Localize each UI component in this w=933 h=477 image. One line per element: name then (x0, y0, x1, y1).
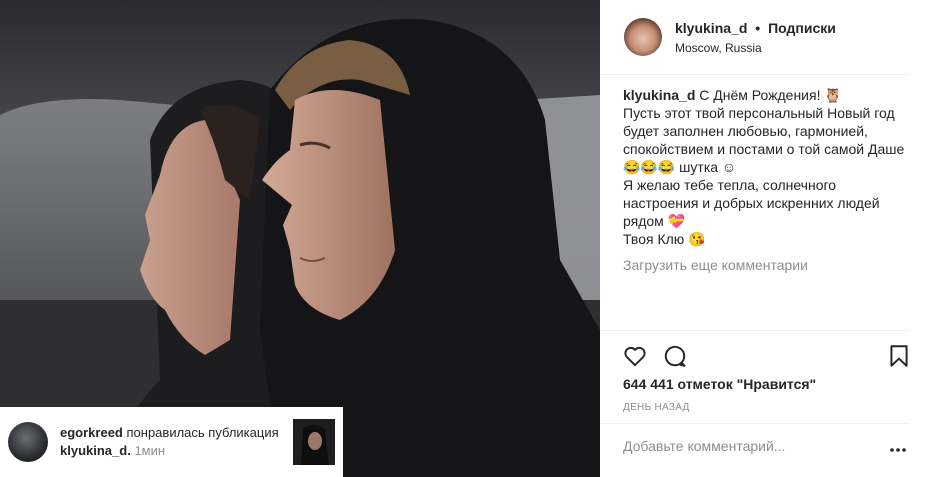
notification-thumbnail[interactable] (293, 419, 335, 465)
comment-input[interactable] (623, 438, 883, 454)
author-avatar[interactable] (624, 18, 662, 56)
follow-button[interactable]: Подписки (768, 20, 836, 36)
header-separator: • (755, 19, 761, 36)
post-sidebar: klyukina_d • Подписки Moscow, Russia kly… (600, 0, 933, 477)
like-notification[interactable]: egorkreed понравилась публикация klyukin… (0, 407, 343, 477)
caption-username[interactable]: klyukina_d (623, 87, 695, 103)
heart-outline-icon[interactable] (622, 343, 648, 369)
caption-line-4: Твоя Клю 😘 (623, 231, 706, 247)
like-count[interactable]: 644 441 отметок "Нравится" (623, 376, 816, 392)
notification-time: 1мин (134, 443, 166, 458)
thumbnail-illustration (293, 419, 335, 465)
post-header: klyukina_d • Подписки Moscow, Russia (600, 0, 910, 75)
notification-avatar[interactable] (8, 422, 48, 462)
caption-line-3: Я желаю тебе тепла, солнечного настроени… (623, 177, 880, 229)
comment-bubble-icon[interactable] (662, 343, 688, 369)
post-location[interactable]: Moscow, Russia (675, 40, 836, 56)
actions-divider (600, 330, 910, 331)
load-more-comments[interactable]: Загрузить еще комментарии (623, 257, 808, 273)
notification-action: понравилась публикация (126, 425, 279, 440)
post-caption: klyukina_d С Днём Рождения! 🦉 Пусть этот… (623, 86, 913, 248)
more-dots-icon[interactable] (888, 440, 908, 460)
post-date[interactable]: ДЕНЬ НАЗАД (623, 402, 690, 413)
notification-user[interactable]: egorkreed (60, 425, 123, 440)
author-username[interactable]: klyukina_d (675, 20, 747, 36)
post-photo[interactable] (0, 0, 600, 477)
bookmark-icon[interactable] (886, 343, 912, 369)
comment-bar (600, 423, 910, 477)
caption-line-2: Пусть этот твой персональный Новый год б… (623, 105, 905, 175)
photo-illustration (0, 0, 600, 477)
caption-line-1: С Днём Рождения! 🦉 (699, 87, 842, 103)
notification-target[interactable]: klyukina_d. (60, 443, 131, 458)
notification-text: egorkreed понравилась публикация klyukin… (60, 424, 290, 460)
